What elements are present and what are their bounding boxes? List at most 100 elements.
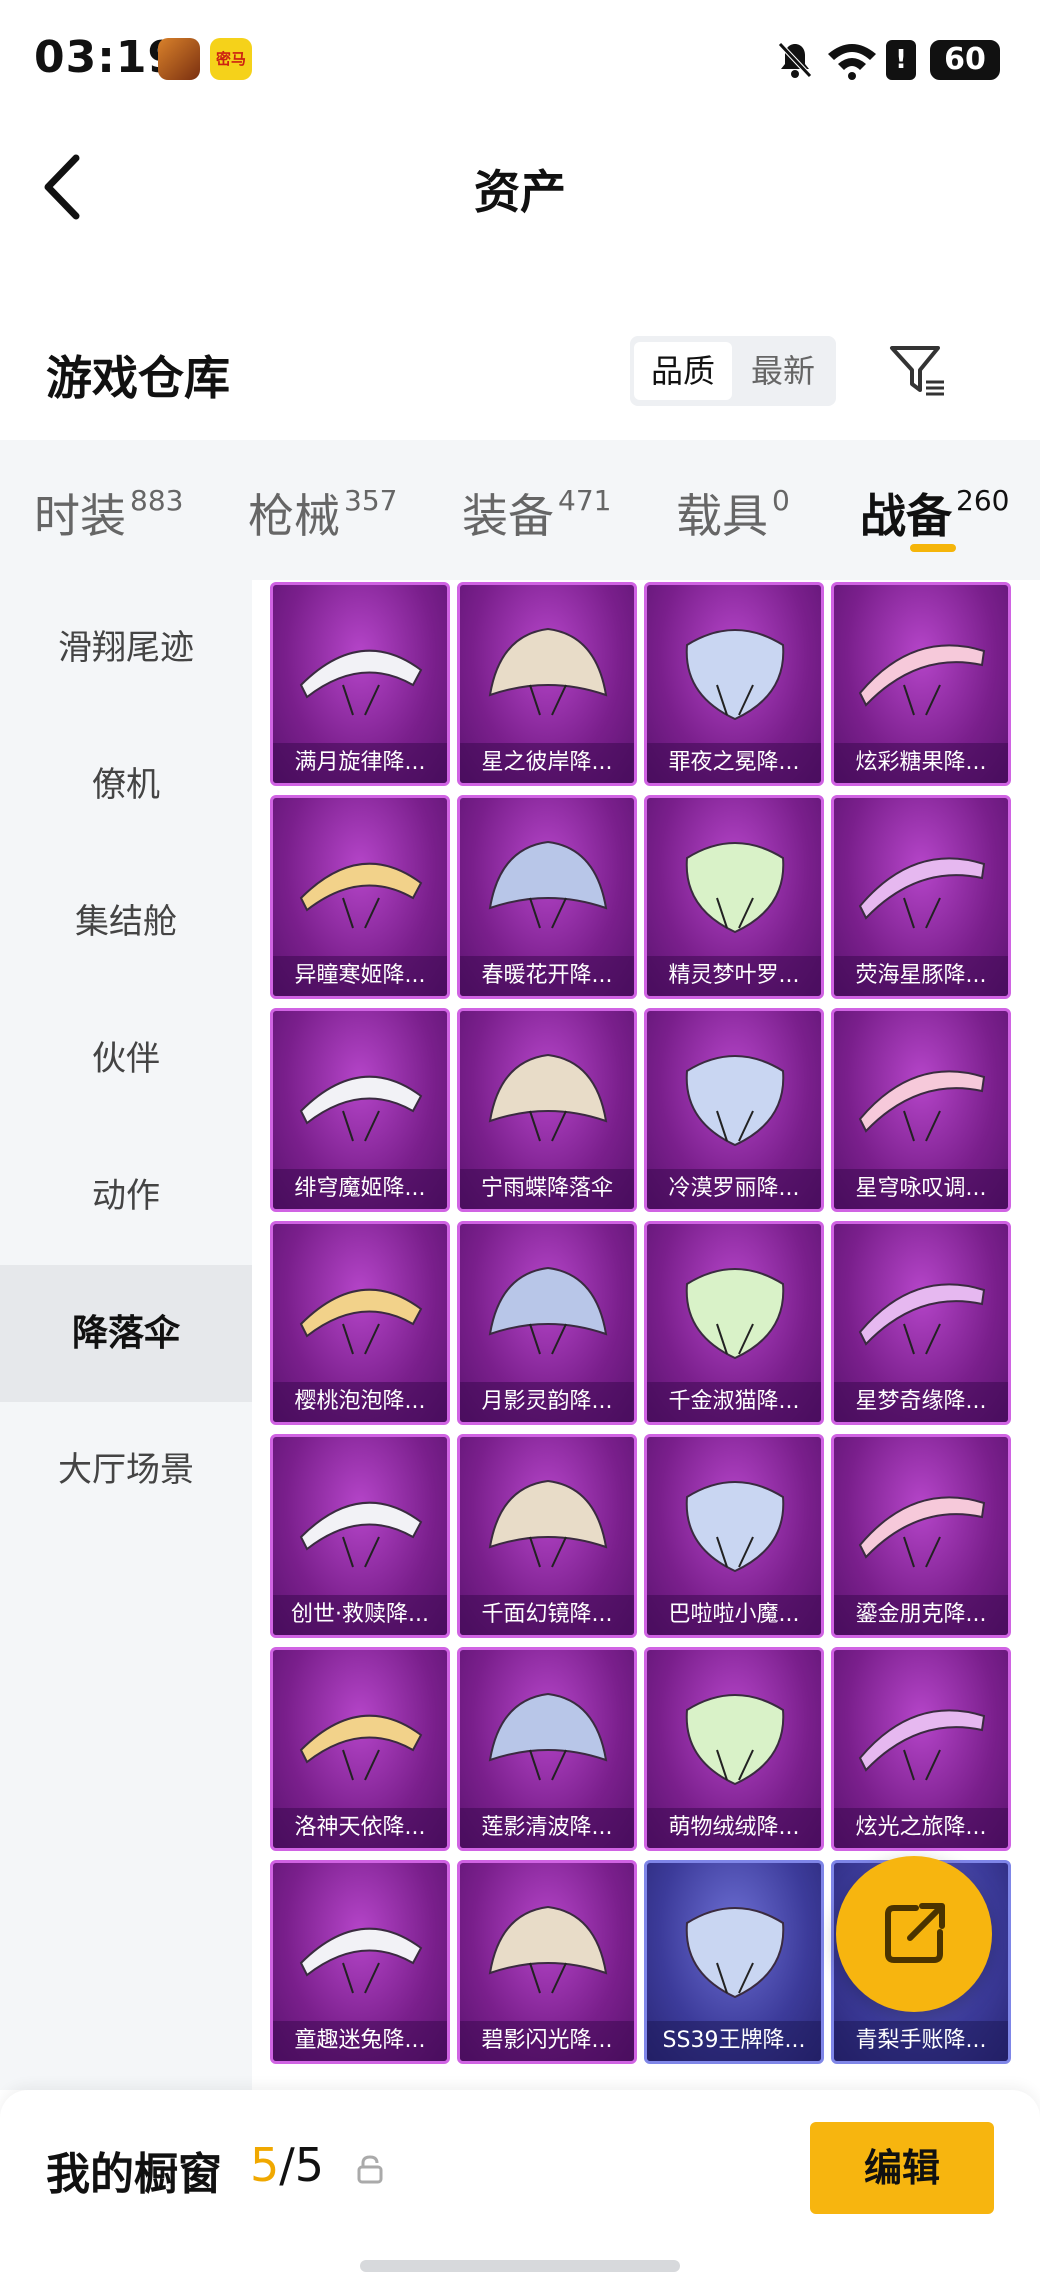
- parachute-card[interactable]: 宁雨蝶降落伞: [457, 1008, 637, 1212]
- home-indicator: [360, 2260, 680, 2272]
- parachute-name: 宁雨蝶降落伞: [460, 1169, 634, 1209]
- parachute-card[interactable]: 创世·救赎降...: [270, 1434, 450, 1638]
- sidebar-item-partner[interactable]: 伙伴: [0, 991, 252, 1128]
- page-title: 资产: [474, 165, 566, 219]
- parachute-name: 创世·救赎降...: [273, 1595, 447, 1635]
- parachute-image: [685, 1481, 785, 1573]
- parachute-image: [488, 627, 608, 716]
- parachute-image: [299, 1927, 423, 1994]
- sort-toggle: 品质 最新: [630, 336, 836, 406]
- parachute-name: 洛神天依降...: [273, 1808, 447, 1848]
- share-button[interactable]: [836, 1856, 992, 2012]
- parachute-image: [488, 1479, 608, 1568]
- parachute-card[interactable]: 洛神天依降...: [270, 1647, 450, 1851]
- category-tabs: 时装 883 枪械 357 装备 471 载具 0 战备 260: [0, 440, 1040, 580]
- parachute-card[interactable]: 荧海星豚降...: [831, 795, 1011, 999]
- tab-vehicles[interactable]: 载具 0: [676, 480, 790, 546]
- parachute-name: 精灵梦叶罗...: [647, 956, 821, 996]
- parachute-card[interactable]: 星梦奇缘降...: [831, 1221, 1011, 1425]
- parachute-image: [685, 1268, 785, 1360]
- parachute-image: [488, 1266, 608, 1355]
- parachute-card[interactable]: 童趣迷兔降...: [270, 1860, 450, 2064]
- parachute-image: [488, 840, 608, 929]
- parachute-card[interactable]: 星之彼岸降...: [457, 582, 637, 786]
- tab-weapons[interactable]: 枪械 357: [248, 480, 397, 546]
- warehouse-title: 游戏仓库: [46, 351, 230, 405]
- parachute-image: [299, 862, 423, 929]
- lock-icon: [357, 2155, 383, 2184]
- parachute-image: [685, 629, 785, 721]
- parachute-name: 星之彼岸降...: [460, 743, 634, 783]
- parachute-name: 鎏金朋克降...: [834, 1595, 1008, 1635]
- parachute-card[interactable]: 精灵梦叶罗...: [644, 795, 824, 999]
- parachute-card[interactable]: 千面幻镜降...: [457, 1434, 637, 1638]
- parachute-image: [858, 644, 986, 716]
- wifi-icon: [828, 44, 876, 80]
- parachute-name: 星穹咏叹调...: [834, 1169, 1008, 1209]
- edit-button[interactable]: 编辑: [810, 2122, 994, 2214]
- parachute-name: 碧影闪光降...: [460, 2021, 634, 2061]
- parachute-name: 千面幻镜降...: [460, 1595, 634, 1635]
- parachute-name: 满月旋律降...: [273, 743, 447, 783]
- parachute-image: [858, 1496, 986, 1568]
- parachute-card[interactable]: 巴啦啦小魔...: [644, 1434, 824, 1638]
- parachute-name: 春暖花开降...: [460, 956, 634, 996]
- parachute-image: [685, 842, 785, 934]
- parachute-card[interactable]: 月影灵韵降...: [457, 1221, 637, 1425]
- filter-icon[interactable]: [888, 342, 948, 400]
- parachute-card[interactable]: 萌物绒绒降...: [644, 1647, 824, 1851]
- parachute-card[interactable]: 绯穹魔姬降...: [270, 1008, 450, 1212]
- sort-newest-button[interactable]: 最新: [734, 342, 832, 400]
- parachute-card[interactable]: 春暖花开降...: [457, 795, 637, 999]
- mima-app-icon: 密马: [210, 38, 252, 80]
- parachute-image: [685, 1694, 785, 1786]
- parachute-card[interactable]: 异瞳寒姬降...: [270, 795, 450, 999]
- parachute-name: 绯穹魔姬降...: [273, 1169, 447, 1209]
- parachute-name: 罪夜之冕降...: [647, 743, 821, 783]
- parachute-name: 炫光之旅降...: [834, 1808, 1008, 1848]
- subcategory-sidebar: 滑翔尾迹 僚机 集结舱 伙伴 动作 降落伞 大厅场景: [0, 580, 252, 2090]
- parachute-card[interactable]: 碧影闪光降...: [457, 1860, 637, 2064]
- parachute-image: [858, 1709, 986, 1781]
- battery-icon: 60: [930, 40, 1000, 80]
- showcase-title: 我的橱窗: [46, 2149, 222, 2200]
- warehouse-header: 游戏仓库 品质 最新: [0, 320, 1040, 440]
- parachute-card[interactable]: 炫光之旅降...: [831, 1647, 1011, 1851]
- parachute-name: 千金淑猫降...: [647, 1382, 821, 1422]
- parachute-name: 萌物绒绒降...: [647, 1808, 821, 1848]
- status-bar: 03:19 密马 ! 60: [0, 0, 1040, 120]
- parachute-image: [488, 1905, 608, 1994]
- parachute-card[interactable]: 千金淑猫降...: [644, 1221, 824, 1425]
- sidebar-item-emote[interactable]: 动作: [0, 1128, 252, 1265]
- sidebar-item-assembly-pod[interactable]: 集结舱: [0, 854, 252, 991]
- parachute-image: [685, 1055, 785, 1147]
- game-app-icon: [158, 38, 200, 80]
- parachute-card[interactable]: 炫彩糖果降...: [831, 582, 1011, 786]
- parachute-image: [299, 1075, 423, 1142]
- tab-equipment[interactable]: 装备 471: [462, 480, 611, 546]
- parachute-card[interactable]: 鎏金朋克降...: [831, 1434, 1011, 1638]
- parachute-image: [858, 857, 986, 929]
- sort-quality-button[interactable]: 品质: [634, 342, 732, 400]
- tab-combat-gear[interactable]: 战备 260: [860, 480, 1009, 546]
- parachute-image: [488, 1692, 608, 1781]
- alert-icon: !: [886, 40, 916, 80]
- parachute-card[interactable]: 樱桃泡泡降...: [270, 1221, 450, 1425]
- sidebar-item-wingman[interactable]: 僚机: [0, 717, 252, 854]
- sidebar-item-parachute[interactable]: 降落伞: [0, 1265, 252, 1402]
- sidebar-item-lobby-scene[interactable]: 大厅场景: [0, 1402, 252, 1539]
- parachute-card[interactable]: 满月旋律降...: [270, 582, 450, 786]
- parachute-card[interactable]: 莲影清波降...: [457, 1647, 637, 1851]
- parachute-card[interactable]: SS39王牌降...: [644, 1860, 824, 2064]
- parachute-name: 冷漠罗丽降...: [647, 1169, 821, 1209]
- tab-fashion[interactable]: 时装 883: [34, 480, 183, 546]
- parachute-card[interactable]: 冷漠罗丽降...: [644, 1008, 824, 1212]
- parachute-name: 巴啦啦小魔...: [647, 1595, 821, 1635]
- sidebar-item-glide-trail[interactable]: 滑翔尾迹: [0, 580, 252, 717]
- parachute-name: 荧海星豚降...: [834, 956, 1008, 996]
- parachute-card[interactable]: 罪夜之冕降...: [644, 582, 824, 786]
- parachute-name: 星梦奇缘降...: [834, 1382, 1008, 1422]
- parachute-card[interactable]: 星穹咏叹调...: [831, 1008, 1011, 1212]
- parachute-image: [858, 1070, 986, 1142]
- active-tab-indicator: [910, 544, 956, 552]
